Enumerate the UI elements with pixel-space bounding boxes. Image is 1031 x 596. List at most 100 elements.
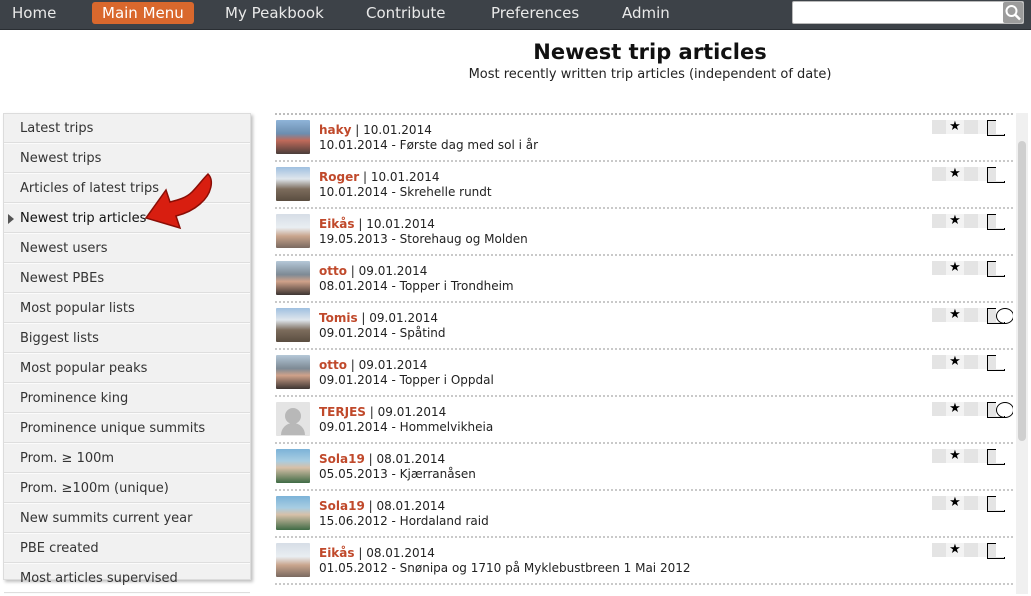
icon-cell [932, 120, 946, 134]
scrollbar-thumb[interactable] [1018, 141, 1026, 441]
username-link[interactable]: TERJES [319, 405, 366, 419]
posted-date: 08.01.2014 [376, 452, 446, 466]
nav-my-peakbook[interactable]: My Peakbook [225, 0, 324, 27]
image-cell [978, 167, 1005, 183]
sidebar-item-label: Newest trip articles [20, 211, 147, 226]
icon-cell [964, 214, 978, 228]
article-icons: ★ [932, 308, 1013, 324]
icon-cell [932, 167, 946, 181]
article-row: Tomis | 09.01.2014 09.01.2014 - Spåtind ★ [275, 303, 1013, 350]
sidebar-item-biggest-lists[interactable]: Biggest lists [4, 324, 250, 354]
trip-link[interactable]: 10.01.2014 - Skrehelle rundt [319, 185, 492, 199]
icon-cell [932, 496, 946, 510]
username-link[interactable]: Roger [319, 170, 359, 184]
search-button[interactable] [1003, 2, 1023, 23]
username-link[interactable]: Tomis [319, 311, 358, 325]
empty-cell [996, 543, 1012, 557]
username-link[interactable]: otto [319, 358, 347, 372]
article-icons: ★ [932, 261, 1012, 277]
avatar[interactable] [276, 214, 310, 248]
star-icon: ★ [946, 214, 964, 228]
separator: | [364, 452, 377, 466]
star-icon: ★ [946, 355, 964, 369]
image-cell [978, 308, 1005, 324]
article-header: Sola19 | 08.01.2014 [319, 452, 445, 466]
trip-link[interactable]: 15.06.2012 - Hordaland raid [319, 514, 489, 528]
icon-cell [964, 402, 978, 416]
avatar[interactable] [276, 167, 310, 201]
sidebar-item-prom-100m[interactable]: Prom. ≥ 100m [4, 444, 250, 474]
avatar[interactable] [276, 120, 310, 154]
trip-link[interactable]: 09.01.2014 - Spåtind [319, 326, 446, 340]
article-row: Eikås | 08.01.2014 01.05.2012 - Snønipa o… [275, 538, 1013, 585]
avatar[interactable] [276, 261, 310, 295]
star-icon: ★ [946, 167, 964, 181]
username-link[interactable]: Sola19 [319, 452, 365, 466]
article-row: Sola19 | 08.01.2014 15.06.2012 - Hordalan… [275, 491, 1013, 538]
separator: | [357, 311, 370, 325]
article-header: Sola19 | 08.01.2014 [319, 499, 445, 513]
trip-link[interactable]: 10.01.2014 - Første dag med sol i år [319, 138, 538, 152]
star-icon: ★ [946, 308, 964, 322]
username-link[interactable]: Eikås [319, 546, 355, 560]
username-link[interactable]: Eikås [319, 217, 355, 231]
posted-date: 09.01.2014 [358, 264, 428, 278]
username-link[interactable]: Sola19 [319, 499, 365, 513]
article-header: Tomis | 09.01.2014 [319, 311, 438, 325]
scrollbar[interactable] [1016, 113, 1028, 594]
empty-cell [996, 496, 1012, 510]
nav-admin[interactable]: Admin [622, 0, 670, 27]
sidebar-item-newest-pbes[interactable]: Newest PBEs [4, 264, 250, 294]
image-cell [978, 261, 1005, 277]
username-link[interactable]: otto [319, 264, 347, 278]
avatar[interactable] [276, 402, 310, 436]
avatar[interactable] [276, 355, 310, 389]
avatar[interactable] [276, 308, 310, 342]
sidebar-item-prominence-unique-summits[interactable]: Prominence unique summits [4, 414, 250, 444]
image-cell [978, 543, 1005, 559]
search-input[interactable] [793, 2, 1001, 24]
empty-cell [996, 214, 1012, 228]
globe-cell [996, 308, 1013, 324]
avatar[interactable] [276, 543, 310, 577]
article-icons: ★ [932, 120, 1012, 136]
sidebar-item-most-articles-supervised[interactable]: Most articles supervised [4, 564, 250, 594]
sidebar-item-newest-users[interactable]: Newest users [4, 234, 250, 264]
trip-link[interactable]: 19.05.2013 - Storehaug og Molden [319, 232, 528, 246]
article-row: Roger | 10.01.2014 10.01.2014 - Skrehelle… [275, 162, 1013, 209]
nav-main-menu[interactable]: Main Menu [92, 2, 194, 24]
nav-preferences[interactable]: Preferences [491, 0, 579, 27]
avatar[interactable] [276, 449, 310, 483]
sidebar-item-most-popular-peaks[interactable]: Most popular peaks [4, 354, 250, 384]
trip-link[interactable]: 09.01.2014 - Topper i Oppdal [319, 373, 494, 387]
sidebar-item-latest-trips[interactable]: Latest trips [4, 114, 250, 144]
trip-link[interactable]: 05.05.2013 - Kjærranåsen [319, 467, 476, 481]
trip-link[interactable]: 08.01.2014 - Topper i Trondheim [319, 279, 514, 293]
sidebar-item-new-summits-current-year[interactable]: New summits current year [4, 504, 250, 534]
article-row: TERJES | 09.01.2014 09.01.2014 - Hommelvi… [275, 397, 1013, 444]
top-nav: Home Main Menu My Peakbook Contribute Pr… [0, 0, 1031, 30]
article-icons: ★ [932, 167, 1012, 183]
nav-contribute[interactable]: Contribute [366, 0, 446, 27]
star-icon: ★ [946, 449, 964, 463]
sidebar-item-prominence-king[interactable]: Prominence king [4, 384, 250, 414]
trip-link[interactable]: 01.05.2012 - Snønipa og 1710 på Myklebus… [319, 561, 690, 575]
nav-home[interactable]: Home [12, 0, 56, 27]
article-row: otto | 09.01.2014 09.01.2014 - Topper i O… [275, 350, 1013, 397]
star-icon: ★ [946, 402, 964, 416]
avatar[interactable] [276, 496, 310, 530]
trip-link[interactable]: 09.01.2014 - Hommelvikheia [319, 420, 493, 434]
icon-cell [964, 543, 978, 557]
sidebar-item-most-popular-lists[interactable]: Most popular lists [4, 294, 250, 324]
separator: | [354, 217, 367, 231]
posted-date: 09.01.2014 [377, 405, 447, 419]
separator: | [346, 264, 359, 278]
article-icons: ★ [932, 214, 1012, 230]
article-row: haky | 10.01.2014 10.01.2014 - Første dag… [275, 115, 1013, 162]
separator: | [359, 170, 371, 184]
icon-cell [932, 261, 946, 275]
username-link[interactable]: haky [319, 123, 351, 137]
sidebar-item-pbe-created[interactable]: PBE created [4, 534, 250, 564]
sidebar-item-prom-100m-unique[interactable]: Prom. ≥100m (unique) [4, 474, 250, 504]
empty-cell [996, 120, 1012, 134]
